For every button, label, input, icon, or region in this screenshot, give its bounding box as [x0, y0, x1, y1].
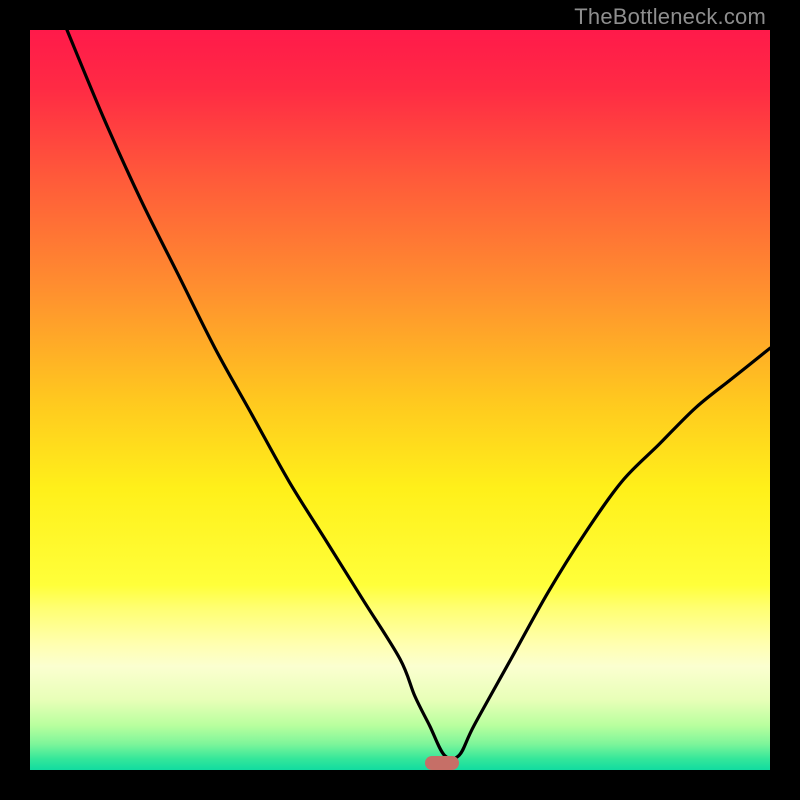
- bottleneck-curve: [30, 30, 770, 770]
- optimal-marker: [425, 756, 459, 770]
- plot-area: [30, 30, 770, 770]
- watermark-text: TheBottleneck.com: [574, 4, 766, 30]
- chart-frame: TheBottleneck.com: [0, 0, 800, 800]
